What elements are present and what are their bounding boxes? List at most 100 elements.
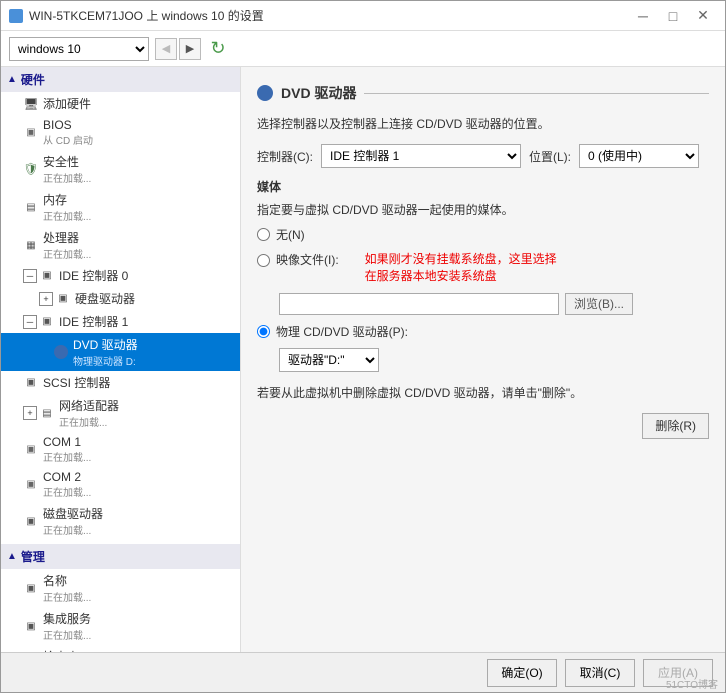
- title-bar: WIN-5TKCEM71JOO 上 windows 10 的设置 ─ □ ✕: [1, 1, 725, 31]
- radio-physical[interactable]: [257, 325, 270, 338]
- processor-label: 处理器: [43, 229, 91, 246]
- bios-label: BIOS: [43, 118, 93, 132]
- controller-select[interactable]: IDE 控制器 1: [321, 144, 521, 168]
- sidebar-item-ide0[interactable]: ─ ▣ IDE 控制器 0: [1, 264, 240, 287]
- sidebar-item-hdd[interactable]: + ▣ 硬盘驱动器: [1, 287, 240, 310]
- annotation-text: 如果刚才没有挂载系统盘，这里选择 在服务器本地安装系统盘: [365, 251, 557, 285]
- radio-physical-row: 物理 CD/DVD 驱动器(P):: [257, 323, 709, 340]
- floppy-label: 磁盘驱动器: [43, 505, 103, 522]
- security-sub: 正在加载...: [43, 170, 91, 185]
- hardware-section-label: 硬件: [21, 71, 45, 88]
- hdd-label: 硬盘驱动器: [75, 290, 135, 307]
- title-bar-controls: ─ □ ✕: [629, 6, 717, 26]
- refresh-button[interactable]: ↻: [207, 38, 229, 60]
- com1-sub: 正在加载...: [43, 449, 91, 464]
- sidebar-item-processor[interactable]: ▦ 处理器 正在加载...: [1, 226, 240, 264]
- maximize-button[interactable]: □: [659, 6, 687, 26]
- main-content: ▲ 硬件 🖥 添加硬件 ▣ BIOS 从 CD 启动 🛡: [1, 67, 725, 652]
- floppy-icon: ▣: [23, 513, 39, 529]
- delete-button[interactable]: 删除(R): [642, 413, 709, 439]
- delete-note: 若要从此虚拟机中删除虚拟 CD/DVD 驱动器，请单击"删除"。: [257, 384, 709, 401]
- cancel-button[interactable]: 取消(C): [565, 659, 635, 687]
- annotation-container: 如果刚才没有挂载系统盘，这里选择 在服务器本地安装系统盘: [355, 251, 557, 285]
- image-file-input[interactable]: [279, 293, 559, 315]
- radio-none[interactable]: [257, 228, 270, 241]
- radio-none-label[interactable]: 无(N): [276, 226, 305, 243]
- physical-drive-select[interactable]: 驱动器"D:": [279, 348, 379, 372]
- network-label: 网络适配器: [59, 397, 119, 414]
- sidebar-item-floppy[interactable]: ▣ 磁盘驱动器 正在加载...: [1, 502, 240, 540]
- dvd-label: DVD 驱动器: [73, 336, 138, 353]
- bios-sub: 从 CD 启动: [43, 132, 93, 147]
- panel-desc: 选择控制器以及控制器上连接 CD/DVD 驱动器的位置。: [257, 115, 709, 132]
- radio-image[interactable]: [257, 254, 270, 267]
- integration-label: 集成服务: [43, 610, 91, 627]
- com1-icon: ▣: [23, 442, 39, 458]
- radio-physical-label[interactable]: 物理 CD/DVD 驱动器(P):: [276, 323, 408, 340]
- watermark: 51CTO博客: [666, 676, 718, 691]
- sidebar-item-com1[interactable]: ▣ COM 1 正在加载...: [1, 432, 240, 467]
- hdd-icon: ▣: [55, 291, 71, 307]
- nav-controls: ◀ ▶: [155, 38, 201, 60]
- com2-label: COM 2: [43, 470, 91, 484]
- sidebar-item-network[interactable]: + ▤ 网络适配器 正在加载...: [1, 394, 240, 432]
- com2-sub: 正在加载...: [43, 484, 91, 499]
- management-section-header[interactable]: ▲ 管理: [1, 544, 240, 569]
- panel-title-text: DVD 驱动器: [281, 83, 356, 103]
- radio-image-label[interactable]: 映像文件(I):: [276, 251, 339, 268]
- window-title: WIN-5TKCEM71JOO 上 windows 10 的设置: [29, 7, 264, 24]
- name-icon: ▣: [23, 580, 39, 596]
- image-file-row: 浏览(B)...: [257, 293, 709, 315]
- sidebar-item-ide1[interactable]: ─ ▣ IDE 控制器 1: [1, 310, 240, 333]
- network-sub: 正在加载...: [59, 414, 119, 429]
- minimize-button[interactable]: ─: [629, 6, 657, 26]
- com1-label: COM 1: [43, 435, 91, 449]
- ide1-icon: ▣: [39, 314, 55, 330]
- sidebar-item-dvd[interactable]: DVD 驱动器 物理驱动器 D:: [1, 333, 240, 371]
- ide0-icon: ▣: [39, 268, 55, 284]
- network-icon: ▤: [39, 405, 55, 421]
- back-button[interactable]: ◀: [155, 38, 177, 60]
- name-sub: 正在加载...: [43, 589, 91, 604]
- ide1-expander[interactable]: ─: [23, 315, 37, 329]
- dvd-icon-panel: [257, 85, 273, 101]
- scsi-label: SCSI 控制器: [43, 374, 110, 391]
- add-hardware-icon: 🖥: [23, 96, 39, 112]
- sidebar-item-scsi[interactable]: ▣ SCSI 控制器: [1, 371, 240, 394]
- physical-drive-row: 驱动器"D:": [257, 348, 709, 372]
- sidebar-item-name[interactable]: ▣ 名称 正在加载...: [1, 569, 240, 607]
- ide0-expander[interactable]: ─: [23, 269, 37, 283]
- sidebar-item-checkpoint[interactable]: ☆ 检查点 正在加载...: [1, 645, 240, 652]
- controller-label: 控制器(C):: [257, 148, 313, 165]
- memory-label: 内存: [43, 191, 91, 208]
- memory-sub: 正在加载...: [43, 208, 91, 223]
- integration-sub: 正在加载...: [43, 627, 91, 642]
- network-expander[interactable]: +: [23, 406, 37, 420]
- confirm-button[interactable]: 确定(O): [487, 659, 557, 687]
- add-hardware-label: 添加硬件: [43, 95, 91, 112]
- name-label: 名称: [43, 572, 91, 589]
- dvd-icon: [53, 344, 69, 360]
- browse-button[interactable]: 浏览(B)...: [565, 293, 633, 315]
- location-select[interactable]: 0 (使用中): [579, 144, 699, 168]
- sidebar-item-memory[interactable]: ▤ 内存 正在加载...: [1, 188, 240, 226]
- action-row: 删除(R): [257, 413, 709, 439]
- controller-row: 控制器(C): IDE 控制器 1 位置(L): 0 (使用中): [257, 144, 709, 168]
- hdd-expander[interactable]: +: [39, 292, 53, 306]
- security-label: 安全性: [43, 153, 91, 170]
- sidebar: ▲ 硬件 🖥 添加硬件 ▣ BIOS 从 CD 启动 🛡: [1, 67, 241, 652]
- management-chevron-icon: ▲: [7, 551, 17, 562]
- media-desc: 指定要与虚拟 CD/DVD 驱动器一起使用的媒体。: [257, 201, 709, 218]
- forward-button[interactable]: ▶: [179, 38, 201, 60]
- close-button[interactable]: ✕: [689, 6, 717, 26]
- bottom-bar: 确定(O) 取消(C) 应用(A): [1, 652, 725, 692]
- sidebar-item-integration[interactable]: ▣ 集成服务 正在加载...: [1, 607, 240, 645]
- vm-selector[interactable]: windows 10: [9, 37, 149, 61]
- dvd-sub: 物理驱动器 D:: [73, 353, 138, 368]
- management-section-label: 管理: [21, 548, 45, 565]
- sidebar-item-add-hardware[interactable]: 🖥 添加硬件: [1, 92, 240, 115]
- sidebar-item-security[interactable]: 🛡 安全性 正在加载...: [1, 150, 240, 188]
- hardware-section-header[interactable]: ▲ 硬件: [1, 67, 240, 92]
- sidebar-item-com2[interactable]: ▣ COM 2 正在加载...: [1, 467, 240, 502]
- sidebar-item-bios[interactable]: ▣ BIOS 从 CD 启动: [1, 115, 240, 150]
